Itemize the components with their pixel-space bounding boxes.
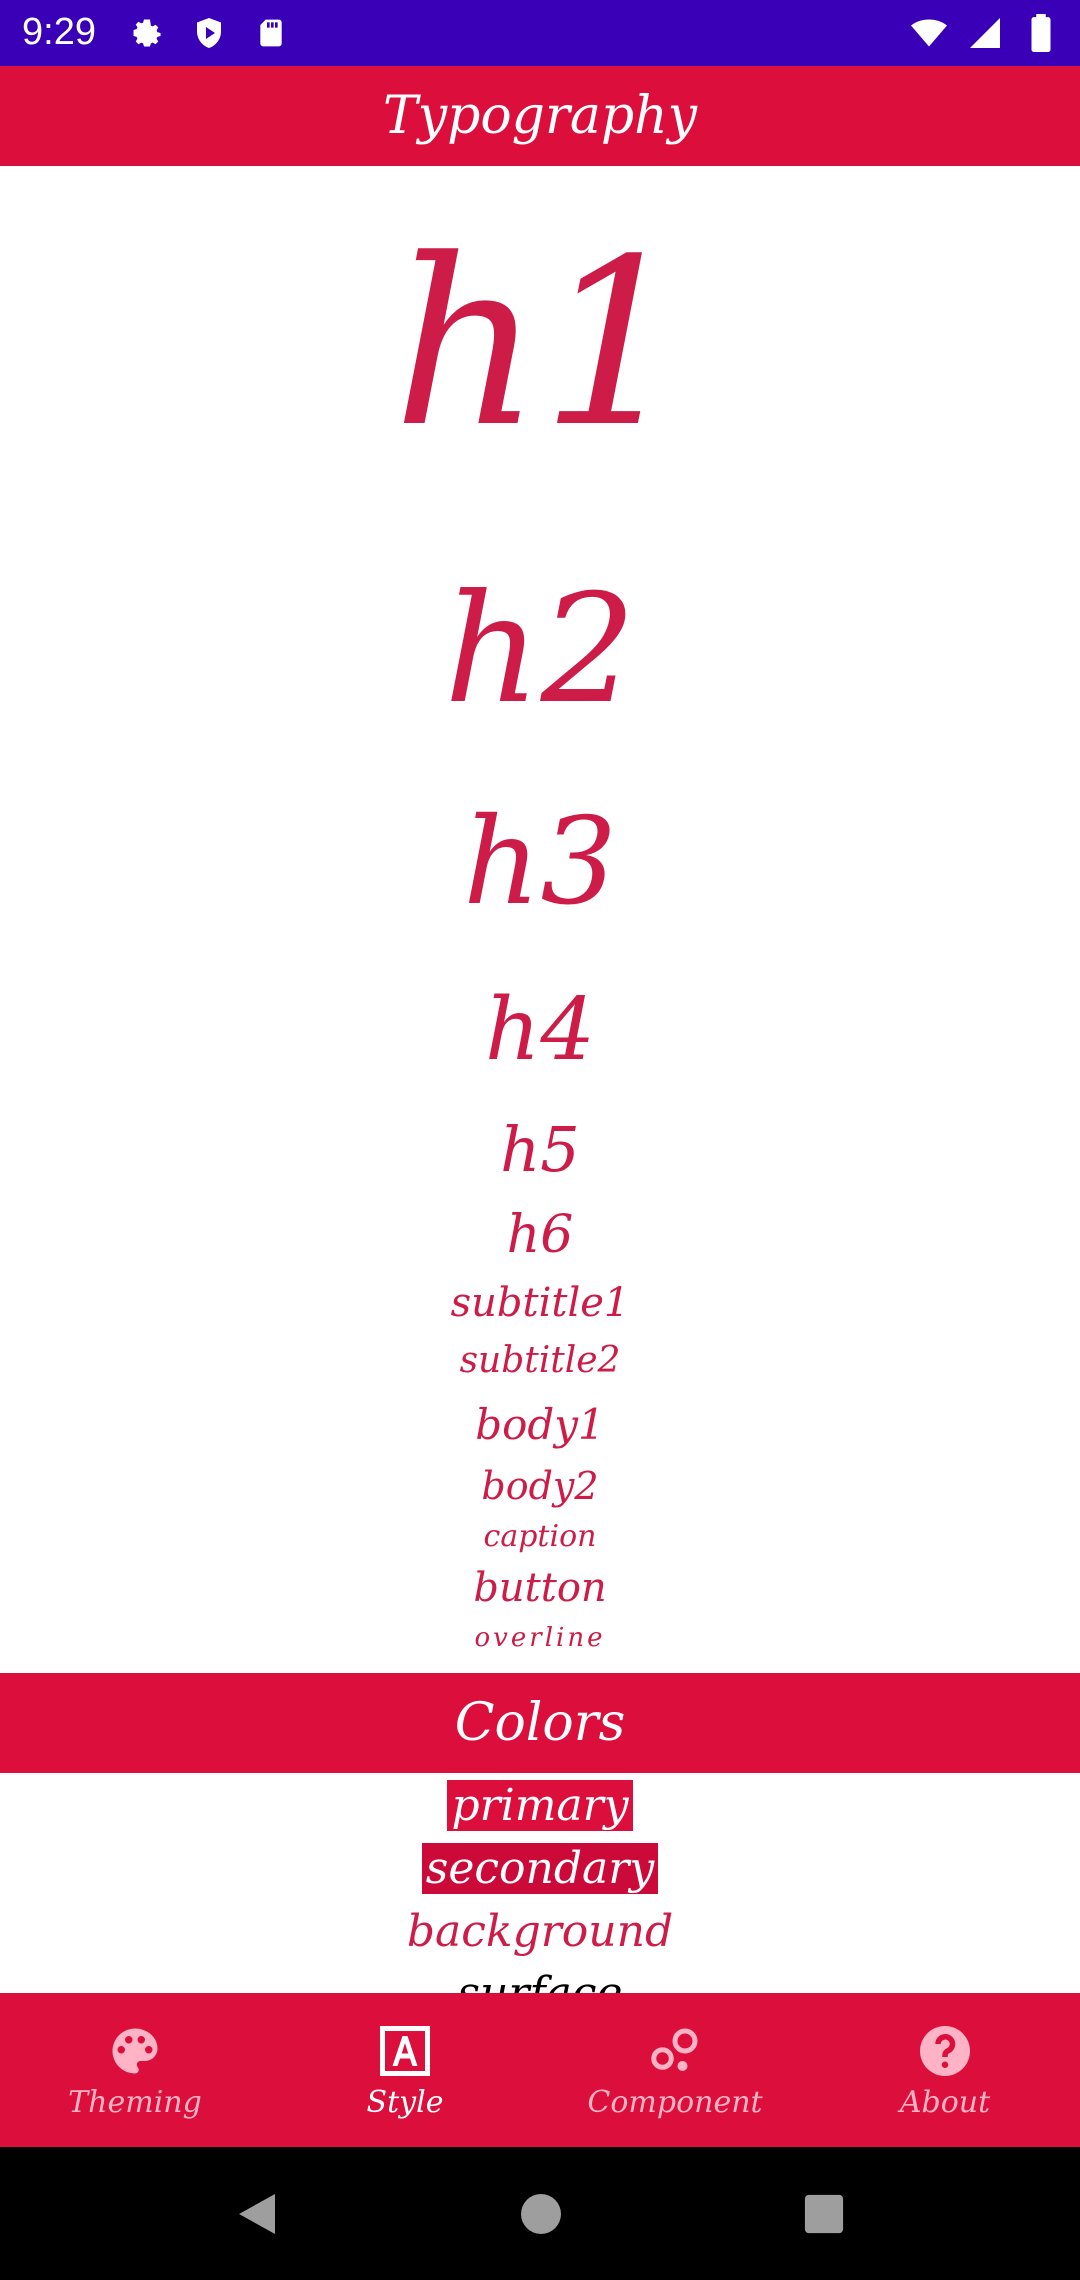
recents-icon[interactable] [803, 2193, 845, 2235]
nav-label-theming: Theming [68, 2084, 202, 2120]
help-icon [920, 2025, 970, 2076]
typo-button: button [473, 1565, 607, 1611]
nav-label-style: Style [366, 2084, 444, 2120]
typo-body2: body2 [481, 1464, 599, 1508]
typo-h5: h5 [500, 1113, 580, 1186]
typo-h6: h6 [506, 1205, 574, 1265]
typo-body1: body1 [475, 1400, 605, 1449]
typography-header: Typography [0, 66, 1080, 166]
settings-icon [126, 12, 168, 54]
status-bar: 9:29 [0, 0, 1080, 66]
shield-play-icon [188, 12, 230, 54]
bottom-navigation: Theming Style Component About [0, 1993, 1080, 2147]
text-format-icon [380, 2025, 430, 2076]
nav-item-about[interactable]: About [810, 1993, 1080, 2147]
nav-label-about: About [899, 2084, 991, 2120]
typo-h3: h3 [463, 793, 617, 932]
battery-icon [1020, 12, 1062, 54]
color-secondary: secondary [0, 1838, 1080, 1900]
typo-subtitle2: subtitle2 [459, 1340, 621, 1381]
wifi-icon [908, 12, 950, 54]
color-primary-label: primary [447, 1780, 633, 1831]
bubbles-icon [651, 2028, 698, 2071]
nav-item-component[interactable]: Component [540, 1993, 810, 2147]
typo-h2: h2 [443, 563, 637, 737]
signal-icon [964, 12, 1006, 54]
color-background: background [0, 1902, 1080, 1962]
nav-item-theming[interactable]: Theming [0, 1993, 270, 2147]
color-secondary-label: secondary [421, 1843, 659, 1894]
back-icon[interactable] [235, 2190, 279, 2238]
home-icon[interactable] [519, 2192, 563, 2236]
typo-h1: h1 [392, 211, 688, 478]
typo-overline: overline [474, 1623, 606, 1653]
typo-subtitle1: subtitle1 [450, 1280, 630, 1326]
nav-item-style[interactable]: Style [270, 1993, 540, 2147]
nav-label-component: Component [587, 2084, 763, 2120]
status-time: 9:29 [22, 11, 96, 53]
color-primary: primary [0, 1776, 1080, 1836]
system-navigation-bar [0, 2147, 1080, 2280]
sd-card-icon [250, 12, 292, 54]
colors-header: Colors [0, 1673, 1080, 1773]
typo-caption: caption [483, 1519, 597, 1554]
typo-h4: h4 [484, 980, 596, 1080]
palette-icon [112, 2028, 158, 2073]
color-background-label: background [406, 1906, 674, 1957]
